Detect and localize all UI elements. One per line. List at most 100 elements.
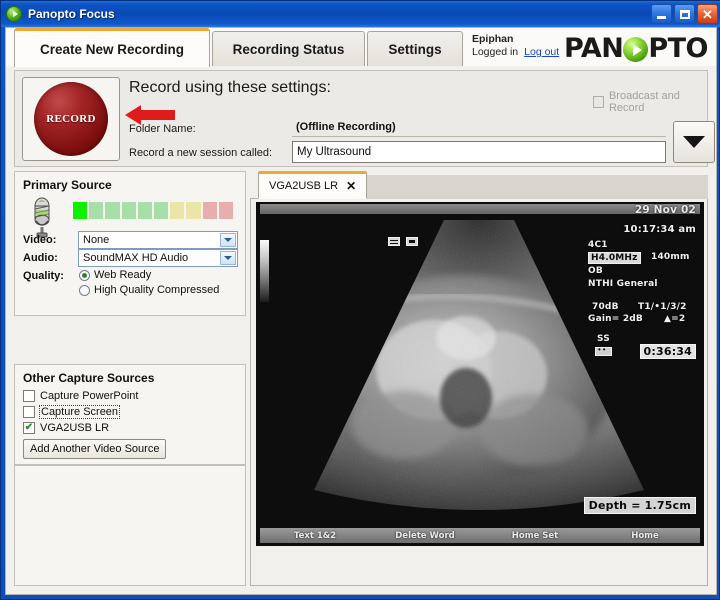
ultrasound-date: 29 Nov 02 xyxy=(635,204,696,216)
video-source-select[interactable]: None xyxy=(78,231,238,249)
folder-name-label: Folder Name: xyxy=(129,123,196,135)
video-source-value: None xyxy=(83,234,109,246)
session-name-label: Record a new session called: xyxy=(129,147,272,159)
ultrasound-gain: Gain= 2dB xyxy=(588,314,643,324)
close-button[interactable]: ✕ xyxy=(697,4,718,24)
video-tab-label: VGA2USB LR xyxy=(269,180,338,192)
play-circle-icon xyxy=(6,6,22,22)
ultrasound-preview[interactable]: 29 Nov 02 10:17:34 am 4C1 H4.0MHz 140mm … xyxy=(256,202,704,546)
application-window: Panopto Focus ✕ Create New Recording Rec… xyxy=(0,0,720,600)
primary-source-title: Primary Source xyxy=(23,178,112,192)
main-tab-strip: Create New Recording Recording Status Se… xyxy=(6,28,716,66)
vu-segment xyxy=(105,202,119,219)
source-label: Capture PowerPoint xyxy=(40,390,138,402)
ultrasound-depth-mm: 140mm xyxy=(651,252,690,262)
broadcast-label: Broadcast and Record xyxy=(609,90,707,114)
record-button[interactable]: RECORD xyxy=(22,77,120,161)
monitor-icon xyxy=(406,237,418,246)
close-x-icon: ✕ xyxy=(702,8,713,21)
folder-name-value: (Offline Recording) xyxy=(292,118,666,137)
panopto-logo: PAN PTO xyxy=(564,33,708,64)
logo-text-left: PAN xyxy=(564,33,623,64)
record-circle: RECORD xyxy=(34,82,108,156)
minimize-icon xyxy=(657,16,666,19)
ultrasound-scan-image xyxy=(284,220,674,520)
ultrasound-timer: 0:36:34 xyxy=(640,344,696,359)
broadcast-and-record-option[interactable]: Broadcast and Record xyxy=(593,90,707,114)
quality-option-web-ready[interactable]: Web Ready xyxy=(79,269,151,281)
video-preview-area: VGA2USB LR ✕ xyxy=(250,171,708,586)
tab-create-new-recording[interactable]: Create New Recording xyxy=(14,28,210,67)
ultrasound-depth-label: Depth = 1.75cm xyxy=(584,497,696,514)
other-capture-sources-panel: Other Capture Sources Capture PowerPoint… xyxy=(14,364,246,465)
chevron-down-icon[interactable] xyxy=(673,121,715,163)
logout-link[interactable]: Log out xyxy=(524,46,559,58)
record-button-label: RECORD xyxy=(46,113,95,125)
ultrasound-probe: 4C1 xyxy=(588,240,608,250)
left-column: Primary Source Video: xyxy=(14,171,246,586)
record-settings-heading: Record using these settings: xyxy=(129,79,331,97)
title-bar: Panopto Focus ✕ xyxy=(1,1,720,27)
maximize-icon xyxy=(680,10,690,19)
tab-settings[interactable]: Settings xyxy=(367,31,463,66)
radio-selected-icon[interactable] xyxy=(79,270,90,281)
account-status: Epiphan Logged in Log out xyxy=(472,33,559,58)
other-sources-title: Other Capture Sources xyxy=(23,371,154,385)
quality-option-label: High Quality Compressed xyxy=(94,284,219,296)
checkbox-checked-icon[interactable]: ✔ xyxy=(23,422,35,434)
ultrasound-mode: OB xyxy=(588,266,603,276)
vu-segment xyxy=(73,202,87,219)
ultrasound-soft-button: Home xyxy=(590,531,700,541)
film-strip-icon xyxy=(388,237,400,246)
play-orb-icon xyxy=(623,37,648,62)
logo-text-right: PTO xyxy=(648,33,708,64)
ultrasound-soft-button: Home Set xyxy=(480,531,590,541)
ultrasound-time: 10:17:34 am xyxy=(623,224,696,235)
maximize-button[interactable] xyxy=(674,4,695,24)
vu-segment xyxy=(89,202,103,219)
grayscale-bar xyxy=(260,240,269,302)
record-settings-panel: RECORD Record using these settings: Fold… xyxy=(14,70,708,167)
add-another-video-source-button[interactable]: Add Another Video Source xyxy=(23,439,166,459)
video-source-label: Video: xyxy=(23,234,56,246)
tab-label: Settings xyxy=(388,42,441,57)
account-username: Epiphan xyxy=(472,33,559,45)
audio-source-value: SoundMAX HD Audio xyxy=(83,252,188,264)
chevron-down-icon[interactable] xyxy=(220,251,236,265)
source-capture-screen[interactable]: Capture Screen xyxy=(23,406,119,418)
checkbox-unchecked-icon[interactable] xyxy=(23,406,35,418)
video-tab-vga2usb-lr[interactable]: VGA2USB LR ✕ xyxy=(258,171,367,199)
audio-level-meter xyxy=(73,202,233,219)
quality-option-high-quality[interactable]: High Quality Compressed xyxy=(79,284,219,296)
vu-segment xyxy=(138,202,152,219)
audio-source-label: Audio: xyxy=(23,252,58,264)
chevron-down-icon[interactable] xyxy=(220,233,236,247)
broadcast-checkbox[interactable] xyxy=(593,96,604,108)
session-name-input[interactable]: My Ultrasound xyxy=(292,141,666,163)
tab-label: Create New Recording xyxy=(40,42,184,57)
minimize-button[interactable] xyxy=(651,4,672,24)
ultrasound-preset: NTHI General xyxy=(588,279,658,289)
ultrasound-frequency: H4.0MHz xyxy=(588,252,641,264)
ultrasound-ss-label: SS xyxy=(597,334,610,344)
add-source-label: Add Another Video Source xyxy=(30,443,159,455)
tab-recording-status[interactable]: Recording Status xyxy=(212,31,365,66)
source-label: Capture Screen xyxy=(40,406,119,418)
client-area: Create New Recording Recording Status Se… xyxy=(5,27,717,595)
ultrasound-thermal-index: T1/•1/3/2 xyxy=(638,302,687,312)
vu-segment xyxy=(219,202,233,219)
primary-source-panel: Primary Source Video: xyxy=(14,171,246,316)
checkbox-unchecked-icon[interactable] xyxy=(23,390,35,402)
empty-panel xyxy=(14,465,246,586)
source-vga2usb-lr[interactable]: ✔ VGA2USB LR xyxy=(23,422,109,434)
quality-option-label: Web Ready xyxy=(94,269,151,281)
radio-unselected-icon[interactable] xyxy=(79,285,90,296)
close-x-icon[interactable]: ✕ xyxy=(346,179,356,193)
vu-segment xyxy=(170,202,184,219)
audio-source-select[interactable]: SoundMAX HD Audio xyxy=(78,249,238,267)
window-controls: ✕ xyxy=(651,4,718,24)
vu-segment xyxy=(203,202,217,219)
source-capture-powerpoint[interactable]: Capture PowerPoint xyxy=(23,390,138,402)
tab-label: Recording Status xyxy=(233,42,345,57)
source-label: VGA2USB LR xyxy=(40,422,109,434)
